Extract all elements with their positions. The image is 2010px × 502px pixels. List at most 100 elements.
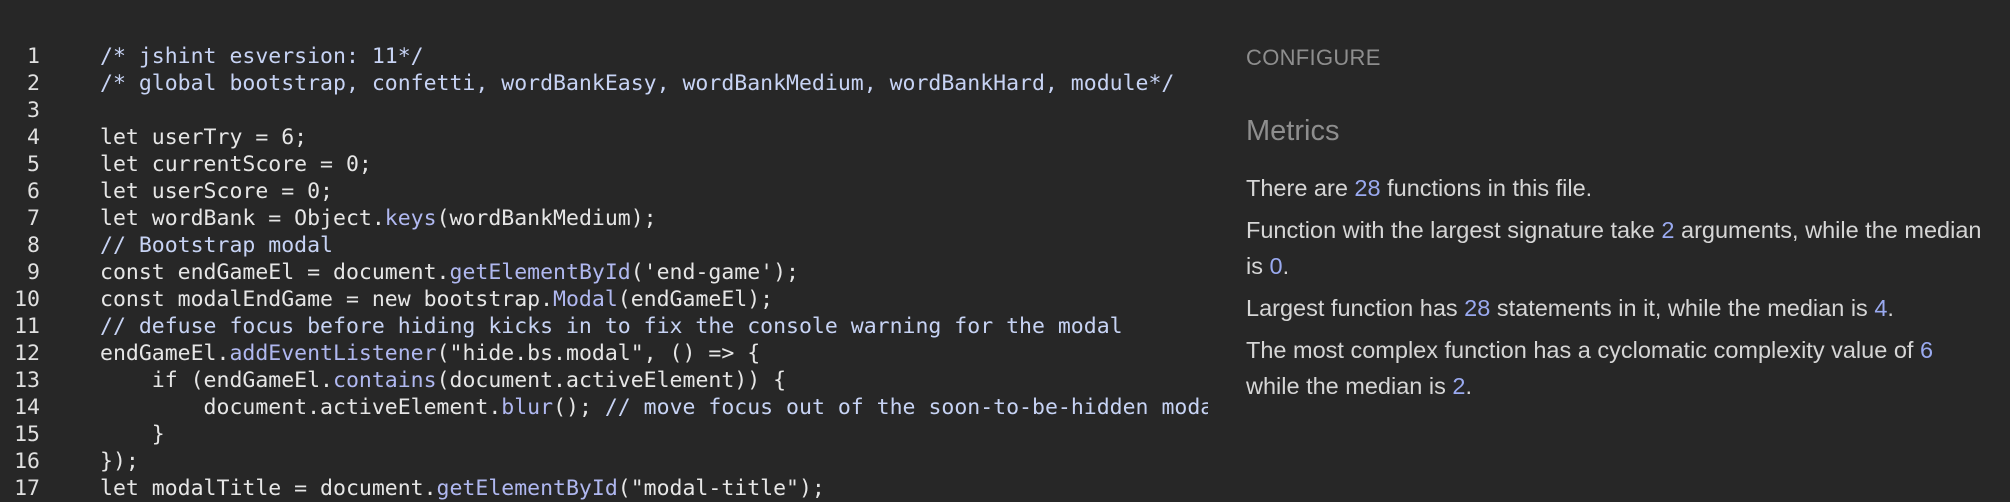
code-line[interactable]: 10 const modalEndGame = new bootstrap.Mod… — [0, 286, 1208, 313]
line-number: 10 — [14, 287, 40, 312]
line-number: 9 — [27, 260, 40, 285]
metric-value: 2 — [1661, 217, 1675, 243]
code-text: }); — [100, 448, 139, 475]
code-text: let userTry = 6; — [100, 124, 307, 151]
code-lines: 1 /* jshint esversion: 11*/ 2 /* global boo… — [0, 43, 1208, 502]
code-token: ("hide.bs.modal", () => { — [436, 341, 761, 366]
code-token: (wordBankMedium); — [436, 206, 657, 231]
metric-text: . — [1887, 295, 1894, 321]
code-token: keys — [384, 206, 437, 231]
code-text: } — [100, 421, 165, 448]
code-token: Modal — [553, 287, 618, 312]
code-token: let userScore = 0; — [100, 179, 333, 204]
line-number: 5 — [27, 152, 40, 177]
metric-value: 6 — [1919, 337, 1934, 363]
code-token: let currentScore = 0; — [100, 152, 372, 177]
code-line[interactable]: 11 // defuse focus before hiding kicks in… — [0, 313, 1208, 340]
code-text: let modalTitle = document.getElementById… — [100, 475, 825, 502]
code-line[interactable]: 16}); — [0, 448, 1208, 475]
code-text: let wordBank = Object.keys(wordBankMediu… — [100, 205, 657, 232]
code-line[interactable]: 3 — [0, 97, 1208, 124]
line-number: 7 — [27, 206, 40, 231]
code-token: const endGameEl = document. — [100, 260, 450, 285]
line-number: 1 — [27, 44, 40, 69]
metric-text: There are — [1246, 175, 1355, 201]
code-token: // Bootstrap modal — [100, 233, 333, 258]
code-token: ("modal-title"); — [617, 476, 825, 501]
code-text: /* global bootstrap, confetti, wordBankE… — [100, 70, 1174, 97]
metric-text: statements in it, while the median is — [1490, 295, 1875, 321]
code-line[interactable]: 12 endGameEl.addEventListener("hide.bs.mo… — [0, 340, 1208, 367]
metric-statements: Largest function has 28 statements in it… — [1246, 290, 1986, 326]
metrics-heading: Metrics — [1246, 115, 1340, 147]
line-number: 8 — [27, 233, 40, 258]
metrics-panel: CONFIGURE Metrics There are 28 functions… — [1208, 0, 2010, 502]
code-text: /* jshint esversion: 11*/ — [100, 43, 424, 70]
metric-value: 28 — [1464, 295, 1491, 321]
metric-text: while the median is — [1246, 373, 1453, 399]
code-token: // defuse focus before hiding kicks in t… — [100, 314, 1123, 339]
line-number: 4 — [27, 125, 40, 150]
line-number: 12 — [14, 341, 40, 366]
code-token: (endGameEl); — [617, 287, 774, 312]
metric-text: Function with the largest signature take — [1246, 217, 1662, 243]
line-number: 2 — [27, 71, 40, 96]
code-token: } — [100, 422, 165, 447]
code-line[interactable]: 5 let currentScore = 0; — [0, 151, 1208, 178]
code-text: document.activeElement.blur(); // move f… — [100, 394, 1208, 421]
code-line[interactable]: 2 /* global bootstrap, confetti, wordBank… — [0, 70, 1208, 97]
configure-link[interactable]: CONFIGURE — [1246, 45, 1381, 71]
code-line[interactable]: 6 let userScore = 0; — [0, 178, 1208, 205]
metric-value: 2 — [1452, 373, 1466, 399]
code-token: getElementById — [436, 476, 618, 501]
code-token: const modalEndGame = new bootstrap. — [100, 287, 554, 312]
code-editor[interactable]: 1 /* jshint esversion: 11*/ 2 /* global boo… — [0, 0, 1208, 502]
code-line[interactable]: 1 /* jshint esversion: 11*/ — [0, 43, 1208, 70]
code-text: let currentScore = 0; — [100, 151, 372, 178]
code-line[interactable]: 13 if (endGameEl.contains(document.activ… — [0, 367, 1208, 394]
metrics-list: There are 28 functions in this file. Fun… — [1246, 170, 1986, 410]
code-token: document.activeElement. — [100, 395, 502, 420]
metric-value: 28 — [1354, 175, 1381, 201]
code-token: let modalTitle = document. — [100, 476, 437, 501]
metric-text: The most complex function has a cyclomat… — [1246, 337, 1920, 363]
code-token: blur — [501, 395, 554, 420]
code-text: const endGameEl = document.getElementByI… — [100, 259, 799, 286]
code-text: // Bootstrap modal — [100, 232, 333, 259]
code-line[interactable]: 4 let userTry = 6; — [0, 124, 1208, 151]
code-token: ('end-game'); — [630, 260, 799, 285]
code-line[interactable]: 7 let wordBank = Object.keys(wordBankMedi… — [0, 205, 1208, 232]
line-number: 15 — [14, 422, 40, 447]
code-line[interactable]: 8 // Bootstrap modal — [0, 232, 1208, 259]
code-line[interactable]: 17 let modalTitle = document.getElementBy… — [0, 475, 1208, 502]
code-token: /* jshint esversion: 11*/ — [100, 44, 424, 69]
code-text: if (endGameEl.contains(document.activeEl… — [100, 367, 786, 394]
code-line[interactable]: 15 } — [0, 421, 1208, 448]
code-text: // defuse focus before hiding kicks in t… — [100, 313, 1123, 340]
line-number: 17 — [14, 476, 40, 501]
line-number: 3 — [27, 98, 40, 123]
metric-signature: Function with the largest signature take… — [1246, 212, 1986, 284]
code-text: endGameEl.addEventListener("hide.bs.moda… — [100, 340, 760, 367]
code-text: let userScore = 0; — [100, 178, 333, 205]
code-token: let wordBank = Object. — [100, 206, 385, 231]
metric-text: . — [1465, 373, 1472, 399]
code-token: (); — [553, 395, 605, 420]
metric-text: functions in this file. — [1380, 175, 1593, 201]
metric-complexity: The most complex function has a cyclomat… — [1246, 332, 1986, 404]
metric-value: 4 — [1874, 295, 1888, 321]
code-token: if (endGameEl. — [100, 368, 333, 393]
code-line[interactable]: 14 document.activeElement.blur(); // mov… — [0, 394, 1208, 421]
code-token: (document.activeElement)) { — [436, 368, 787, 393]
code-token: addEventListener — [229, 341, 437, 366]
code-token: }); — [100, 449, 139, 474]
code-line[interactable]: 9 const endGameEl = document.getElementBy… — [0, 259, 1208, 286]
code-token: getElementById — [449, 260, 631, 285]
line-number: 14 — [14, 395, 40, 420]
code-text: const modalEndGame = new bootstrap.Modal… — [100, 286, 773, 313]
line-number: 13 — [14, 368, 40, 393]
metric-text: . — [1282, 253, 1290, 279]
metric-value: 0 — [1269, 253, 1283, 279]
code-token: contains — [333, 368, 437, 393]
metric-function-count: There are 28 functions in this file. — [1246, 170, 1986, 206]
